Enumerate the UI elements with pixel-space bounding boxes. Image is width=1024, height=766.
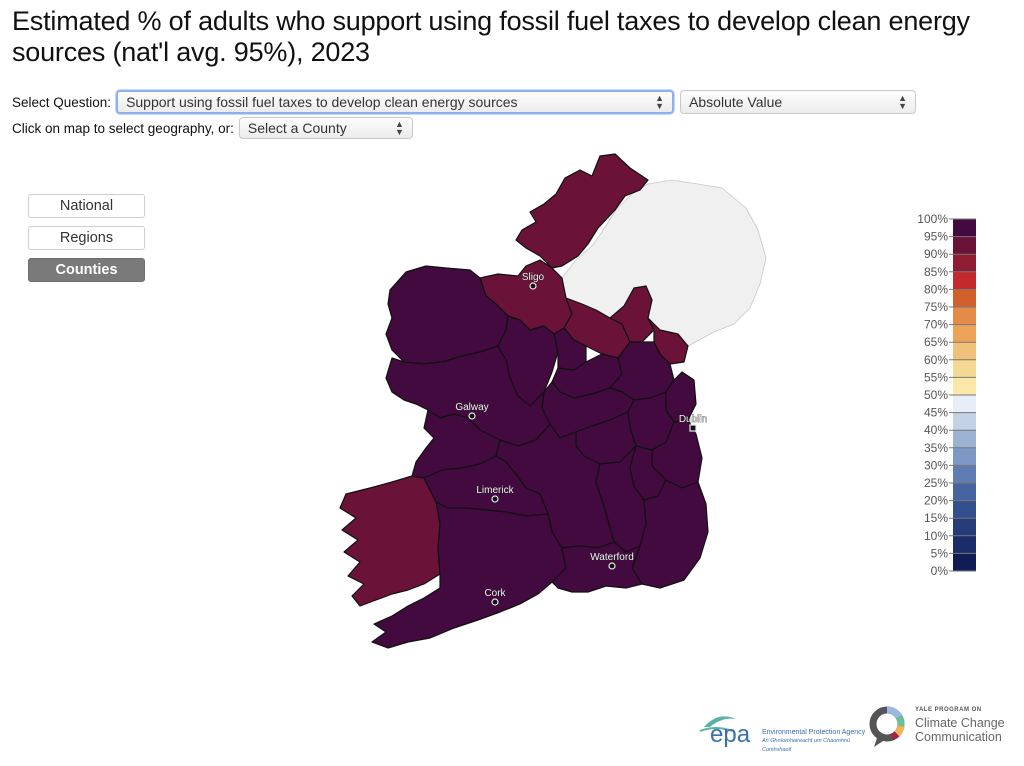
legend-bin	[953, 307, 976, 325]
legend-tick-label: 10%	[924, 529, 948, 543]
legend-bin	[953, 535, 976, 554]
regions-button[interactable]: Regions	[28, 226, 145, 250]
legend-tick-label: 70%	[924, 318, 948, 332]
question-label: Select Question:	[12, 94, 112, 110]
city-marker-circle	[491, 598, 499, 606]
epa-irish-name: An Ghníomhaireacht um Chaomhnú Comhshaoi…	[762, 738, 851, 753]
city-marker-circle	[468, 412, 476, 420]
updown-arrows-icon: ▲ ▼	[898, 93, 908, 111]
legend-bin	[953, 412, 976, 431]
legend-tick-label: 30%	[924, 458, 948, 472]
legend-tick-label: 60%	[924, 353, 948, 367]
city-label: Galway	[455, 402, 488, 413]
speech-bubble-ring-icon	[869, 706, 905, 747]
ireland-county-map[interactable]: Sligo Galway Dublin Limerick Waterford Cork	[330, 148, 790, 668]
counties-button[interactable]: Counties	[28, 258, 145, 282]
updown-arrows-icon: ▲ ▼	[394, 119, 404, 137]
legend-bin	[953, 342, 976, 360]
epa-name: Environmental Protection Agency	[762, 729, 866, 736]
value-type-select-value: Absolute Value	[689, 94, 783, 110]
legend-tick-label: 40%	[924, 423, 948, 437]
legend-bin	[953, 359, 976, 378]
legend-tick-label: 75%	[924, 300, 948, 314]
geography-label: Click on map to select geography, or:	[12, 120, 234, 136]
legend-bin	[953, 395, 976, 413]
city-label: Limerick	[476, 485, 514, 496]
legend-tick-label: 95%	[924, 230, 948, 244]
geography-row: Click on map to select geography, or: Se…	[12, 117, 413, 139]
updown-arrows-icon: ▲ ▼	[655, 93, 665, 111]
counties-button-label: Counties	[55, 262, 118, 278]
yale-program-label: YALE PROGRAM ON	[915, 707, 982, 713]
legend-tick-label: 0%	[931, 564, 949, 577]
question-select-value: Support using fossil fuel taxes to devel…	[126, 94, 518, 110]
value-type-select[interactable]: Absolute Value ▲ ▼	[680, 90, 917, 114]
city-label: Waterford	[590, 552, 634, 563]
legend-bin	[953, 518, 976, 536]
city-label: Dublin	[679, 414, 707, 425]
national-button-label: National	[59, 198, 114, 214]
map-region-kerry[interactable]	[339, 475, 441, 607]
legend-bin	[953, 377, 976, 395]
legend-tick-label: 25%	[924, 476, 948, 490]
county-select[interactable]: Select a County ▲ ▼	[238, 117, 413, 139]
page-title: Estimated % of adults who support using …	[12, 6, 970, 67]
legend-tick-label: 5%	[931, 546, 949, 560]
legend-tick-label: 45%	[924, 406, 948, 420]
city-marker-square	[689, 424, 697, 432]
color-legend: 100% 95% 90% 85% 80% 75% 70% 65% 60% 55% 50% 45% 40%…	[917, 212, 976, 577]
national-button[interactable]: National	[28, 194, 145, 218]
legend-bin	[953, 447, 976, 466]
legend-tick-label: 35%	[924, 441, 948, 455]
legend-bin	[953, 236, 976, 255]
legend-tick-label: 65%	[924, 335, 948, 349]
legend-bin	[953, 254, 976, 272]
legend-bin	[953, 271, 976, 290]
legend-bin	[953, 483, 976, 501]
legend-tick-label: 55%	[924, 370, 948, 384]
regions-button-label: Regions	[59, 230, 114, 246]
legend-bin	[953, 465, 976, 483]
city-label: Cork	[484, 588, 506, 599]
legend-tick-label: 50%	[924, 388, 948, 402]
legend-bin	[953, 289, 976, 307]
legend-tick-label: 85%	[924, 265, 948, 279]
yale-line2: Communication	[915, 730, 1002, 744]
legend-bin	[953, 430, 976, 448]
city-label: Sligo	[522, 272, 545, 283]
question-row: Select Question: Support using fossil fu…	[12, 90, 917, 114]
city-marker-circle	[608, 562, 616, 570]
legend-bin	[953, 500, 976, 519]
legend-tick-label: 80%	[924, 282, 948, 296]
city-marker-circle	[491, 495, 499, 503]
legend-tick-label: 100%	[917, 212, 948, 226]
question-select[interactable]: Support using fossil fuel taxes to devel…	[116, 90, 675, 114]
city-marker-circle	[529, 282, 537, 290]
county-select-value: Select a County	[247, 120, 347, 136]
legend-tick-label: 20%	[924, 494, 948, 508]
legend-tick-label: 90%	[924, 247, 948, 261]
legend-bin	[953, 553, 976, 571]
yale-line1: Climate Change	[915, 716, 1005, 730]
legend-tick-label: 15%	[924, 511, 948, 525]
legend-bin	[953, 324, 976, 343]
legend-bin	[953, 219, 976, 237]
epa-wordmark: epa	[710, 721, 751, 748]
